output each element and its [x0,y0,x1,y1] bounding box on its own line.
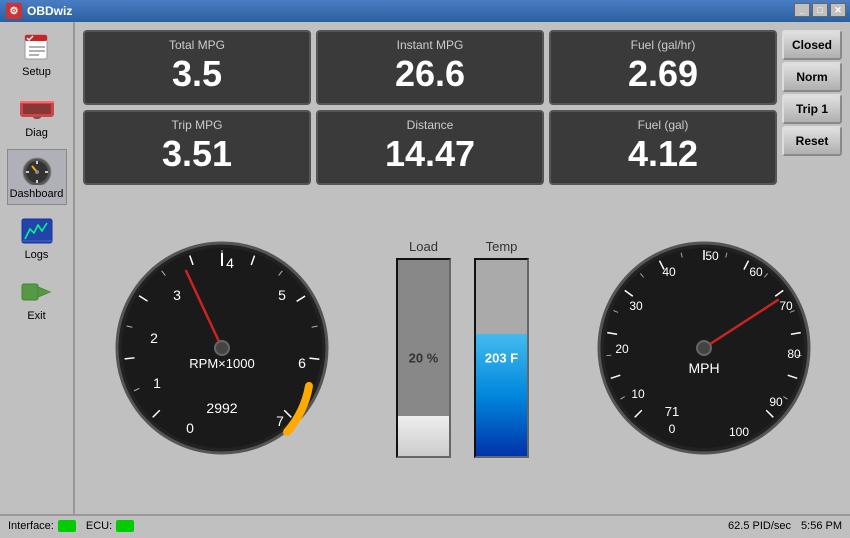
sidebar-setup-label: Setup [22,66,51,78]
ecu-status: ECU: [86,520,134,532]
load-gauge-wrapper: Load 20 % [389,239,459,458]
minimize-button[interactable]: _ [794,3,810,17]
status-bar: Interface: ECU: 62.5 PID/sec 5:56 PM [0,514,850,536]
current-time: 5:56 PM [801,520,842,532]
pid-rate: 62.5 PID/sec [728,520,791,532]
closed-button[interactable]: Closed [782,30,842,60]
metric-fuel-gal-hr: Fuel (gal/hr) 2.69 [549,30,777,105]
interface-status: Interface: [8,520,76,532]
distance-value: 14.47 [385,136,475,172]
temp-gauge-text: 203 F [485,350,518,365]
fuel-gal-hr-label: Fuel (gal/hr) [631,38,696,52]
metric-fuel-gal: Fuel (gal) 4.12 [549,110,777,185]
top-section: Total MPG 3.5 Instant MPG 26.6 Fuel (gal… [83,30,842,185]
metric-row-1: Total MPG 3.5 Instant MPG 26.6 Fuel (gal… [83,30,777,105]
fuel-gal-value: 4.12 [628,136,698,172]
metric-instant-mpg: Instant MPG 26.6 [316,30,544,105]
sidebar: Setup Diag [0,22,75,514]
sidebar-item-dashboard[interactable]: Dashboard [7,149,67,205]
right-buttons: Closed Norm Trip 1 Reset [782,30,842,185]
window-controls[interactable]: _ □ ✕ [794,3,846,17]
instant-mpg-value: 26.6 [395,56,465,92]
svg-text:3: 3 [173,287,181,303]
total-mpg-value: 3.5 [172,56,222,92]
speed-value: 71 [664,404,678,419]
sidebar-dashboard-label: Dashboard [10,188,64,200]
instant-mpg-label: Instant MPG [397,38,464,52]
norm-button[interactable]: Norm [782,62,842,92]
dashboard-area: Total MPG 3.5 Instant MPG 26.6 Fuel (gal… [75,22,850,514]
logs-icon [19,215,55,247]
app-icon: ⚙ [6,3,22,19]
gauges-area: 1 2 3 4 5 6 7 0 [83,190,842,506]
sidebar-item-setup[interactable]: Setup [7,27,67,83]
temp-gauge-wrapper: Temp 203 F [467,239,537,458]
rpm-gauge-svg: 1 2 3 4 5 6 7 0 [112,238,332,458]
interface-led [58,520,76,532]
svg-text:6: 6 [298,355,306,371]
ecu-label: ECU: [86,520,112,532]
load-gauge-text: 20 % [409,350,439,365]
temp-gauge-label: Temp [486,239,518,254]
svg-text:20: 20 [615,342,629,356]
load-gauge-fill [398,416,449,455]
svg-text:4: 4 [226,255,234,271]
distance-label: Distance [407,118,454,132]
setup-icon [19,32,55,64]
sidebar-diag-label: Diag [25,127,48,139]
window-title: OBDwiz [27,4,72,18]
svg-text:0: 0 [186,420,194,436]
svg-text:RPM×1000: RPM×1000 [189,356,254,371]
svg-text:100: 100 [728,425,748,439]
main-content: Setup Diag [0,22,850,514]
sidebar-logs-label: Logs [25,249,49,261]
load-gauge-label: Load [409,239,438,254]
sidebar-item-exit[interactable]: Exit [7,271,67,327]
svg-text:10: 10 [631,387,645,401]
fuel-gal-hr-value: 2.69 [628,56,698,92]
metric-row-2: Trip MPG 3.51 Distance 14.47 Fuel (gal) … [83,110,777,185]
svg-text:80: 80 [787,347,801,361]
trip-mpg-label: Trip MPG [172,118,223,132]
svg-text:MPH: MPH [688,360,719,376]
svg-text:70: 70 [779,299,793,313]
svg-text:30: 30 [629,299,643,313]
close-button[interactable]: ✕ [830,3,846,17]
svg-text:5: 5 [278,287,286,303]
ecu-led [116,520,134,532]
metrics-area: Total MPG 3.5 Instant MPG 26.6 Fuel (gal… [83,30,777,185]
metric-total-mpg: Total MPG 3.5 [83,30,311,105]
sidebar-item-diag[interactable]: Diag [7,88,67,144]
exit-icon [19,276,55,308]
maximize-button[interactable]: □ [812,3,828,17]
svg-text:2: 2 [150,330,158,346]
svg-text:90: 90 [769,395,783,409]
title-bar: ⚙ OBDwiz _ □ ✕ [0,0,850,22]
fuel-gal-label: Fuel (gal) [638,118,689,132]
total-mpg-label: Total MPG [169,38,225,52]
diag-icon [19,93,55,125]
svg-text:50: 50 [705,249,719,263]
rpm-gauge: 1 2 3 4 5 6 7 0 [112,238,332,458]
svg-text:60: 60 [749,265,763,279]
metric-trip-mpg: Trip MPG 3.51 [83,110,311,185]
load-gauge-outer: 20 % [396,258,451,458]
dashboard-icon [19,154,55,186]
bar-gauges: Load 20 % Temp 203 F [389,239,537,458]
trip-mpg-value: 3.51 [162,136,232,172]
svg-text:40: 40 [662,265,676,279]
speed-gauge: 0 10 20 30 40 50 60 70 80 90 100 [594,238,814,458]
rpm-value: 2992 [206,400,237,416]
temp-gauge-outer: 203 F [474,258,529,458]
svg-text:1: 1 [153,375,161,391]
reset-button[interactable]: Reset [782,126,842,156]
interface-label: Interface: [8,520,54,532]
sidebar-exit-label: Exit [27,310,45,322]
svg-text:0: 0 [668,422,675,436]
speed-gauge-svg: 0 10 20 30 40 50 60 70 80 90 100 [594,238,814,458]
sidebar-item-logs[interactable]: Logs [7,210,67,266]
svg-text:7: 7 [276,413,284,429]
metric-distance: Distance 14.47 [316,110,544,185]
trip1-button[interactable]: Trip 1 [782,94,842,124]
